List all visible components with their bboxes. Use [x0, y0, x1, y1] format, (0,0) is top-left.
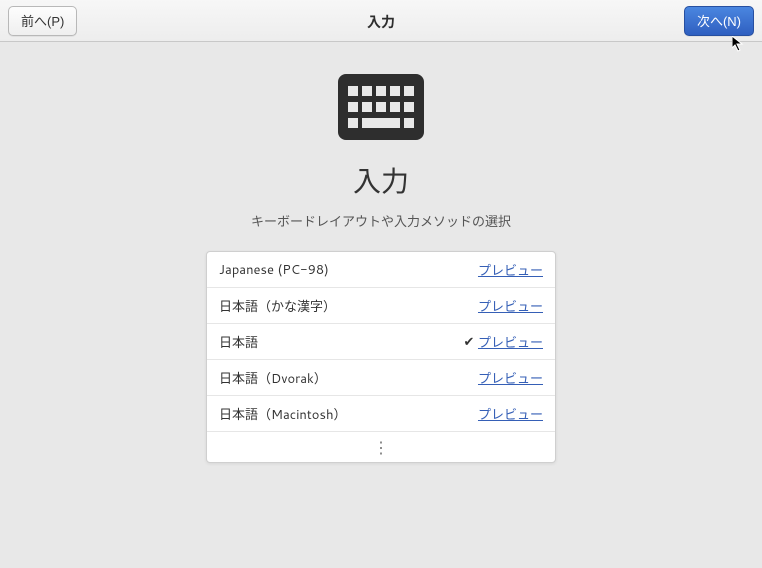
layout-row[interactable]: 日本語（かな漢字） プレビュー — [207, 288, 555, 324]
layout-name: 日本語（Macintosh） — [219, 404, 460, 424]
preview-link[interactable]: プレビュー — [478, 332, 543, 352]
preview-link[interactable]: プレビュー — [478, 368, 543, 388]
preview-link[interactable]: プレビュー — [478, 296, 543, 316]
back-button[interactable]: 前へ(P) — [8, 6, 77, 36]
header-title: 入力 — [367, 12, 395, 32]
preview-link[interactable]: プレビュー — [478, 404, 543, 424]
page-title: 入力 — [353, 160, 409, 201]
page-subtitle: キーボードレイアウトや入力メソッドの選択 — [251, 211, 511, 231]
show-more-button[interactable]: ⋮ — [207, 432, 555, 462]
layout-name: 日本語 — [219, 332, 460, 352]
layout-name: 日本語（Dvorak） — [219, 368, 460, 388]
keyboard-icon — [336, 72, 426, 142]
next-button[interactable]: 次へ(N) — [684, 6, 754, 36]
layout-row[interactable]: 日本語（Dvorak） プレビュー — [207, 360, 555, 396]
layout-row[interactable]: 日本語 ✔ プレビュー — [207, 324, 555, 360]
more-icon: ⋮ — [373, 436, 389, 459]
layout-row[interactable]: Japanese (PC-98) プレビュー — [207, 252, 555, 288]
main-content: 入力 キーボードレイアウトや入力メソッドの選択 Japanese (PC-98)… — [0, 42, 762, 463]
layout-row[interactable]: 日本語（Macintosh） プレビュー — [207, 396, 555, 432]
layout-name: 日本語（かな漢字） — [219, 296, 460, 316]
preview-link[interactable]: プレビュー — [478, 260, 543, 280]
input-source-list: Japanese (PC-98) プレビュー 日本語（かな漢字） プレビュー 日… — [206, 251, 556, 463]
check-icon: ✔ — [460, 333, 478, 351]
layout-name: Japanese (PC-98) — [219, 261, 460, 279]
headerbar: 前へ(P) 入力 次へ(N) — [0, 0, 762, 42]
